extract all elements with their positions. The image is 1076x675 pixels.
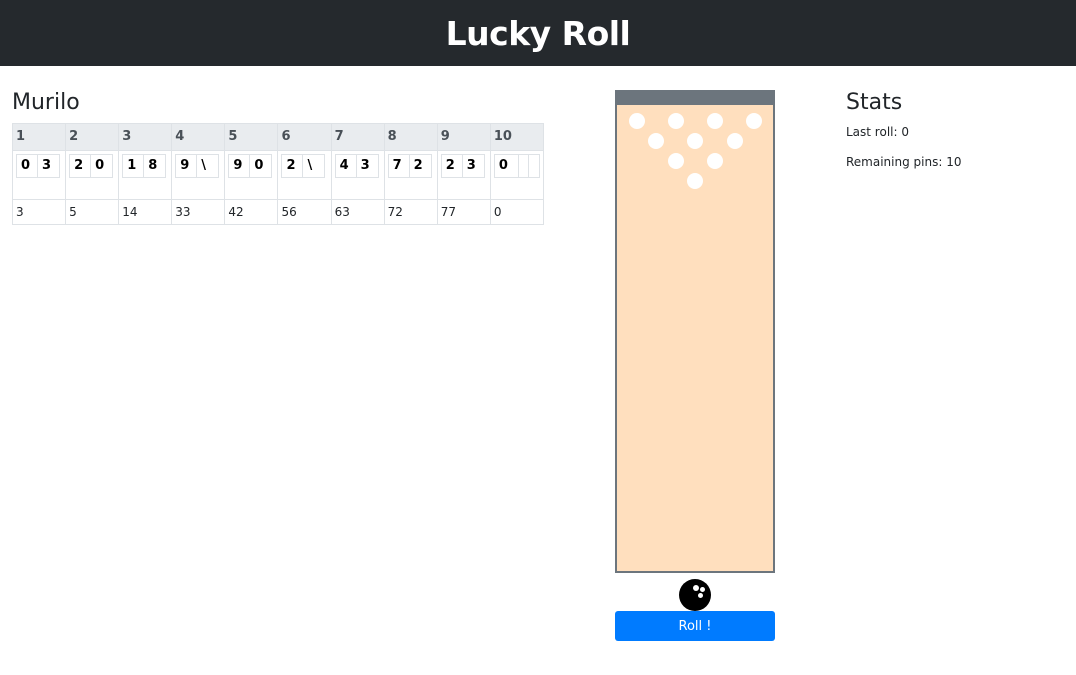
roll-value: 7 <box>387 154 410 178</box>
roll-value: 0 <box>493 154 519 178</box>
roll-value: 2 <box>409 154 432 178</box>
roll-box-group: 18 <box>122 154 168 178</box>
bowling-pin-icon <box>629 113 645 129</box>
roll-value: \ <box>303 154 326 178</box>
frame-header-row: 1 2 3 4 5 6 7 8 9 10 <box>11 123 545 151</box>
roll-value: 2 <box>440 154 463 178</box>
frame-number: 8 <box>383 123 438 151</box>
bowling-lane <box>615 90 775 573</box>
frame-number: 9 <box>436 123 491 151</box>
roll-box-group: 03 <box>16 154 62 178</box>
frame-rolls: 90 <box>224 150 279 200</box>
frame-total: 56 <box>277 199 332 225</box>
ball-finger-hole <box>700 587 705 592</box>
roll-value: 9 <box>228 154 251 178</box>
bowling-pin-icon <box>668 113 684 129</box>
last-roll-value: 0 <box>901 125 910 139</box>
roll-value: 0 <box>91 154 114 178</box>
frame-total: 72 <box>383 199 438 225</box>
roll-value <box>518 154 530 178</box>
roll-value <box>529 154 540 178</box>
bowling-pin-icon <box>687 133 703 149</box>
roll-value: 2 <box>69 154 92 178</box>
roll-value: 1 <box>122 154 145 178</box>
roll-value: 4 <box>334 154 357 178</box>
roll-box-group: 9 \ <box>175 154 221 178</box>
frame-total: 0 <box>489 199 545 225</box>
bowling-pin-icon <box>746 113 762 129</box>
frame-rolls: 0 <box>489 150 545 200</box>
roll-box-group: 72 <box>387 154 434 178</box>
bowling-pin-icon <box>648 133 664 149</box>
frame-total: 5 <box>65 199 120 225</box>
bowling-pin-icon <box>707 113 723 129</box>
roll-value: 0 <box>16 154 38 178</box>
roll-box-group: 43 <box>334 154 381 178</box>
roll-button[interactable]: Roll ! <box>615 611 775 641</box>
bowling-pin-icon <box>687 173 703 189</box>
frame-total: 33 <box>171 199 226 225</box>
roll-value: 3 <box>356 154 379 178</box>
ball-thumb-hole <box>698 593 703 598</box>
roll-box-group: 0 <box>493 154 540 178</box>
remaining-pins-value: 10 <box>946 155 962 169</box>
frame-rolls: 03 <box>11 150 67 200</box>
app-header: Lucky Roll <box>0 0 1076 66</box>
frame-number: 3 <box>118 123 173 151</box>
frame-number: 5 <box>224 123 279 151</box>
frame-number: 4 <box>171 123 226 151</box>
roll-box-group: 20 <box>69 154 115 178</box>
last-roll-stat: Last roll: 0 <box>846 125 962 139</box>
frame-total: 14 <box>118 199 173 225</box>
frame-rolls: 72 <box>383 150 438 200</box>
frame-total-row: 3 5 14 33 42 56 63 72 77 0 <box>11 199 545 225</box>
roll-value: \ <box>197 154 220 178</box>
frame-rolls: 2 \ <box>277 150 332 200</box>
roll-box-group: 23 <box>440 154 487 178</box>
frame-number: 1 <box>11 123 67 151</box>
frame-rolls: 23 <box>436 150 491 200</box>
frame-total: 77 <box>436 199 491 225</box>
roll-value: 3 <box>38 154 60 178</box>
frame-rolls: 43 <box>330 150 385 200</box>
frame-rolls-row: 0 3 2 0 1 8 9 \ 9 0 2 \ 4 3 7 2 2 3 0 <box>11 150 545 200</box>
frame-number: 2 <box>65 123 120 151</box>
frame-number: 7 <box>330 123 385 151</box>
frame-total: 3 <box>11 199 67 225</box>
stats-title: Stats <box>846 90 903 115</box>
roll-value: 3 <box>462 154 485 178</box>
roll-value: 8 <box>144 154 167 178</box>
frame-number: 10 <box>489 123 545 151</box>
frame-number: 6 <box>277 123 332 151</box>
roll-value: 0 <box>250 154 273 178</box>
bowling-pin-icon <box>668 153 684 169</box>
last-roll-label: Last roll: <box>846 125 898 139</box>
stats-panel: Stats Last roll: 0 Remaining pins: 10 <box>846 90 962 185</box>
roll-value: 2 <box>281 154 304 178</box>
frame-rolls: 9 \ <box>171 150 226 200</box>
bowling-pin-icon <box>727 133 743 149</box>
frame-rolls: 20 <box>65 150 120 200</box>
bowling-pin-icon <box>707 153 723 169</box>
remaining-pins-stat: Remaining pins: 10 <box>846 155 962 169</box>
roll-box-group: 2 \ <box>281 154 327 178</box>
remaining-pins-label: Remaining pins: <box>846 155 943 169</box>
app-title: Lucky Roll <box>445 13 631 53</box>
player-name: Murilo <box>12 90 80 115</box>
roll-box-group: 90 <box>228 154 274 178</box>
bowling-ball-icon <box>679 579 711 611</box>
scoreboard-table: 1 2 3 4 5 6 7 8 9 10 0 3 2 0 1 8 9 \ 9 0 2 \ 4 3 7 2 2 3 0 3 5 14 33 42… <box>11 123 545 225</box>
frame-total: 42 <box>224 199 279 225</box>
ball-finger-hole <box>693 585 699 591</box>
frame-total: 63 <box>330 199 385 225</box>
frame-rolls: 18 <box>118 150 173 200</box>
roll-value: 9 <box>175 154 198 178</box>
